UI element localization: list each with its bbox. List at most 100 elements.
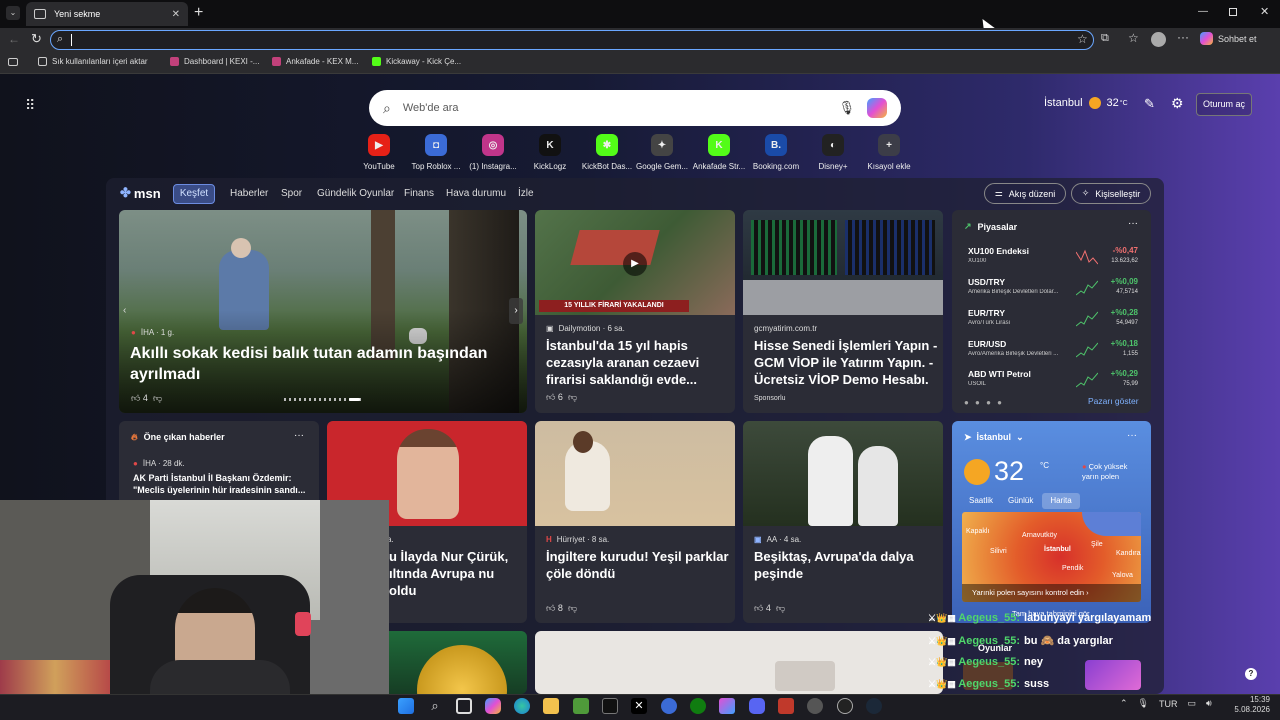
shortcut-tile[interactable]: ▶ YouTube [352,134,406,171]
layout-button[interactable]: ⚌ Akış düzeni [984,183,1066,204]
shortcut-tile[interactable]: B. Booking.com [749,134,803,171]
tab-izle[interactable]: İzle [518,188,534,199]
explorer-icon[interactable] [543,698,559,714]
xbox-icon[interactable] [690,698,706,714]
web-search-box[interactable]: ⌕ Web'de ara 🎙 [369,90,901,126]
pollen-alert[interactable]: ● Çok yüksek yarın polen [1082,462,1137,482]
more-options-icon[interactable]: ··· [1127,430,1137,441]
shortcut-tile[interactable]: ◎ (1) Instagra... [466,134,520,171]
taskbar-search-icon[interactable]: ⌕ [427,698,443,714]
x-icon[interactable]: ✕ [631,698,647,714]
weather-tab[interactable]: Günlük [1008,496,1033,505]
discord-icon[interactable] [749,698,765,714]
edit-icon[interactable]: ✎ [1144,96,1155,112]
system-tray[interactable]: ⌃ 🎙︎ TUR ▭ 🔊︎ [1120,698,1212,709]
copilot-button[interactable]: Sohbet et [1200,32,1257,45]
shortcut-tile[interactable]: ◐ Disney+ [806,134,860,171]
task-view-icon[interactable] [456,698,472,714]
shortcut-tile[interactable]: K KickLogz [523,134,577,171]
trending-title[interactable]: AK Parti İstanbul İl Başkanı Özdemir: "M… [133,472,313,496]
shortcut-tile[interactable]: K Ankafade Str... [692,134,746,171]
language-label[interactable]: TUR [1159,699,1178,709]
extensions-icon[interactable]: ⧉ [1101,32,1109,45]
microphone-icon[interactable]: 🎙 [838,100,855,116]
news-title[interactable]: Beşiktaş, Avrupa'da dalya peşinde [754,548,939,582]
more-options-icon[interactable]: ··· [294,430,304,441]
weather-header[interactable]: ➤ İstanbul ⌄ [964,432,1024,443]
apps-grid-icon[interactable]: ⠿ [25,97,35,114]
weather-widget[interactable]: İstanbul 32 °C [1044,97,1128,109]
menu-icon[interactable]: ··· [1177,30,1189,44]
shortcut-tile[interactable]: ✦ Google Gem... [635,134,689,171]
market-row[interactable]: ABD WTI Petrol USOIL +%0,29 75,99 [968,369,1138,395]
favorites-icon[interactable]: ☆ [1128,31,1139,45]
tab-spor[interactable]: Spor [281,188,302,199]
profile-avatar[interactable] [1151,32,1166,47]
copilot-taskbar-icon[interactable] [485,698,501,714]
news-likes[interactable]: 👍︎ 4 👎︎ [754,603,785,614]
game-thumbnail[interactable] [1085,660,1141,690]
copilot-icon[interactable] [867,98,887,118]
news-title[interactable]: İstanbul'da 15 yıl hapis cezasıyla arana… [546,337,726,388]
settings-gear-icon[interactable]: ⚙ [1171,95,1184,112]
msn-logo[interactable]: ✤ msn [120,185,161,201]
capcut-icon[interactable] [602,698,618,714]
tab-new[interactable]: Yeni sekme ✕ [26,2,188,26]
trending-card[interactable]: 🔥︎ Öne çıkan haberler ··· ● İHA · 28 dk. A… [119,421,319,511]
clock[interactable]: 15:39 5.08.2026 [1226,695,1270,715]
ad-card[interactable]: gcmyatirim.com.tr Hisse Senedi İşlemleri… [743,210,943,413]
minimize-icon[interactable]: — [1198,6,1208,17]
map-footer[interactable]: Yarınki polen sayısını kontrol edin › [962,584,1141,602]
news-card[interactable]: ▶ 15 YILLIK FİRARİ YAKALANDI ▣ Dailymotio… [535,210,735,413]
markets-card[interactable]: ↗ Piyasalar ··· XU100 Endeksi XU100 -%0,47 1… [952,210,1151,413]
chevron-up-icon[interactable]: ⌃ [1120,698,1128,709]
mic-icon[interactable]: 🎙︎ [1138,698,1149,709]
address-bar[interactable]: ⌕ ☆ [50,30,1094,50]
signin-button[interactable]: Oturum aç [1196,93,1252,116]
fav-item[interactable]: Sık kullanılanları içeri aktar [38,57,148,66]
start-icon[interactable] [398,698,414,714]
shortcut-tile[interactable]: ✱ KickBot Das... [580,134,634,171]
help-icon[interactable]: ? [1245,668,1257,680]
market-row[interactable]: USD/TRY Amerika Birleşik Devletleri Dolar… [968,277,1138,303]
steam-icon[interactable] [866,698,882,714]
market-row[interactable]: XU100 Endeksi XU100 -%0,47 13.623,62 [968,246,1138,272]
news-title[interactable]: u İlayda Nur Çürük, ıltında Avrupa nu ol… [389,548,524,599]
ad-title[interactable]: Hisse Senedi İşlemleri Yapın - GCM VİOP … [754,337,939,388]
pager-dots[interactable]: ● ● ● ● [964,398,1004,407]
edge-icon[interactable] [514,698,530,714]
news-likes[interactable]: 👍︎ 8 👎︎ [546,603,577,614]
personalize-button[interactable]: ✧ Kişiselleştir [1071,183,1151,204]
maximize-icon[interactable] [1229,8,1237,16]
tab-haberler[interactable]: Haberler [230,188,268,199]
fav-item[interactable]: Kickaway - Kick Çe... [372,57,461,66]
reading-list-icon[interactable] [8,58,18,66]
show-market-link[interactable]: Pazarı göster [1088,396,1139,406]
close-window-icon[interactable]: ✕ [1260,5,1269,18]
play-icon[interactable]: ▶ [623,252,647,276]
more-options-icon[interactable]: ··· [1128,218,1138,229]
back-icon[interactable]: ← [8,32,20,46]
app-icon[interactable] [807,698,823,714]
tab-actions-icon[interactable]: ⌄ [6,6,20,20]
fav-item[interactable]: Dashboard | KEXI -... [170,57,259,66]
favorite-star-icon[interactable]: ☆ [1077,32,1088,46]
minecraft-icon[interactable] [573,698,589,714]
app-icon[interactable] [778,698,794,714]
m365-icon[interactable] [719,698,735,714]
news-title[interactable]: İngiltere kurudu! Yeşil parklar çöle dön… [546,548,731,582]
tab-hava[interactable]: Hava durumu [446,188,506,199]
refresh-icon[interactable]: ↻ [31,31,42,47]
fav-item[interactable]: Ankafade - KEX M... [272,57,358,66]
shortcut-tile[interactable]: ◘ Top Roblox ... [409,134,463,171]
news-likes[interactable]: 👍︎ 6 👎︎ [546,392,577,403]
weather-tab-active[interactable]: Harita [1042,493,1080,509]
tab-kesfet[interactable]: Keşfet [173,184,215,204]
weather-card[interactable]: ➤ İstanbul ⌄ ··· 32 °C ● Çok yüksek yarın … [952,421,1151,623]
tab-oyunlar[interactable]: Gündelik Oyunlar [317,188,394,199]
news-card[interactable]: H Hürriyet · 8 sa. İngiltere kurudu! Yeşi… [535,421,735,623]
market-row[interactable]: EUR/USD Avro/Amerika Birleşik Devletleri … [968,339,1138,365]
tab-close-icon[interactable]: ✕ [172,9,180,20]
hero-title[interactable]: Akıllı sokak kedisi balık tutan adamın b… [130,343,510,385]
tab-finans[interactable]: Finans [404,188,434,199]
